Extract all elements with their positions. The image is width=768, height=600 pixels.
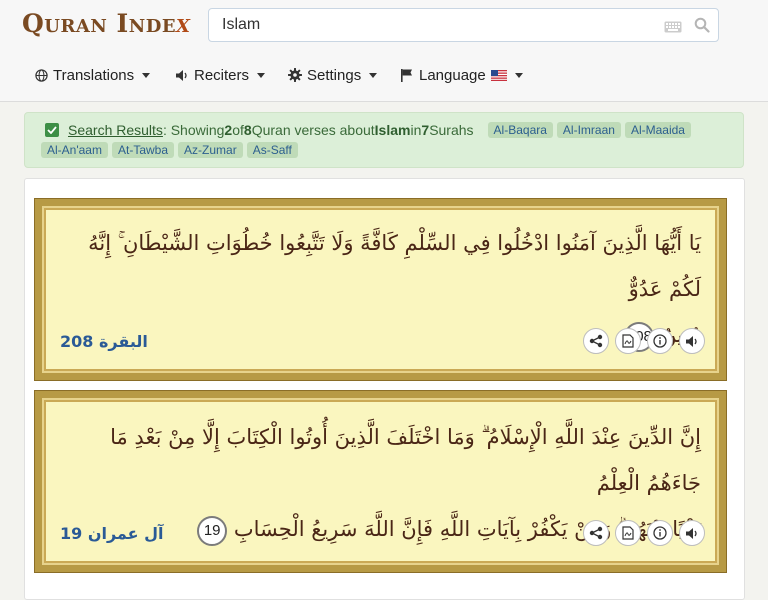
search-results-link[interactable]: Search Results xyxy=(68,122,163,138)
chevron-down-icon xyxy=(257,72,266,78)
logo-x: x xyxy=(176,9,191,38)
pdf-button[interactable] xyxy=(615,520,641,546)
reciters-menu[interactable]: Reciters xyxy=(175,64,266,86)
verse-actions xyxy=(577,328,705,354)
search-icon[interactable] xyxy=(694,17,710,37)
settings-menu[interactable]: Settings xyxy=(288,64,378,86)
results-summary: Search Results: Showing 2 of 8 Quran ver… xyxy=(45,122,691,138)
ayah-number: 19 xyxy=(197,515,228,546)
translations-menu[interactable]: Translations xyxy=(35,64,151,86)
summary-text-1: : Showing xyxy=(162,122,225,138)
chevron-down-icon xyxy=(142,72,151,78)
results-panel: يَا أَيُّهَا الَّذِينَ آمَنُوا ادْخُلُوا… xyxy=(24,178,745,600)
play-audio-button[interactable] xyxy=(679,520,705,546)
surah-reference[interactable]: آل عمران 19 xyxy=(60,524,164,543)
verse-actions xyxy=(577,520,705,546)
share-button[interactable] xyxy=(583,520,609,546)
verse-line: يَا أَيُّهَا الَّذِينَ آمَنُوا ادْخُلُوا… xyxy=(88,231,701,301)
gear-icon xyxy=(288,68,302,82)
search-input[interactable] xyxy=(209,9,649,41)
pdf-icon xyxy=(622,526,634,540)
summary-text-4: in xyxy=(410,122,422,138)
speaker-icon xyxy=(686,527,697,539)
surah-tag[interactable]: Az-Zumar xyxy=(178,142,243,158)
surah-tag[interactable]: Al-Baqara xyxy=(487,122,553,138)
share-button[interactable] xyxy=(583,328,609,354)
query-term: Islam xyxy=(374,122,411,138)
pdf-icon xyxy=(622,334,634,348)
play-audio-button[interactable] xyxy=(679,328,705,354)
keyboard-icon[interactable] xyxy=(664,18,682,37)
verse-card: يَا أَيُّهَا الَّذِينَ آمَنُوا ادْخُلُوا… xyxy=(34,198,727,381)
pdf-button[interactable] xyxy=(615,328,641,354)
check-icon xyxy=(45,123,59,137)
share-icon xyxy=(589,526,603,540)
surah-tag[interactable]: At-Tawba xyxy=(111,142,175,158)
chevron-down-icon xyxy=(369,72,378,78)
chevron-down-icon xyxy=(514,72,523,78)
top-header: Quran Index Translations Reciters Settin… xyxy=(0,0,768,102)
summary-text-2: of xyxy=(232,122,244,138)
total-count: 8 xyxy=(243,122,252,138)
language-label: Language xyxy=(419,66,486,84)
translations-label: Translations xyxy=(53,66,135,84)
logo-text: Quran Inde xyxy=(22,9,177,38)
verse-line: إِنَّ الدِّينَ عِنْدَ اللَّهِ الْإِسْلَا… xyxy=(110,425,701,495)
language-menu[interactable]: Language xyxy=(400,64,523,86)
surah-tag[interactable]: Al-Maaida xyxy=(624,122,691,138)
surah-reference[interactable]: البقرة 208 xyxy=(60,332,148,351)
flag-icon xyxy=(401,69,412,82)
summary-text-5: Surahs xyxy=(429,122,474,138)
verse-card: إِنَّ الدِّينَ عِنْدَ اللَّهِ الْإِسْلَا… xyxy=(34,390,727,573)
surah-tag[interactable]: Al-Imraan xyxy=(556,122,621,138)
us-flag-icon xyxy=(490,69,507,81)
globe-icon xyxy=(35,68,48,82)
share-icon xyxy=(589,334,603,348)
surah-tag[interactable]: As-Saff xyxy=(246,142,298,158)
info-icon xyxy=(653,526,667,540)
surah-tags-row: Al-An'aam At-Tawba Az-Zumar As-Saff xyxy=(41,142,302,158)
info-icon xyxy=(653,334,667,348)
surah-tag[interactable]: Al-An'aam xyxy=(41,142,108,158)
settings-label: Settings xyxy=(307,66,362,84)
shown-count: 2 xyxy=(224,122,233,138)
search-results-banner: Search Results: Showing 2 of 8 Quran ver… xyxy=(24,112,744,168)
speaker-icon xyxy=(686,335,697,347)
search-box xyxy=(208,8,719,42)
info-button[interactable] xyxy=(647,328,673,354)
info-button[interactable] xyxy=(647,520,673,546)
volume-icon xyxy=(176,69,187,81)
summary-text-3: Quran verses about xyxy=(251,122,375,138)
surah-count: 7 xyxy=(421,122,430,138)
reciters-label: Reciters xyxy=(194,66,250,84)
site-logo[interactable]: Quran Index xyxy=(22,9,191,38)
